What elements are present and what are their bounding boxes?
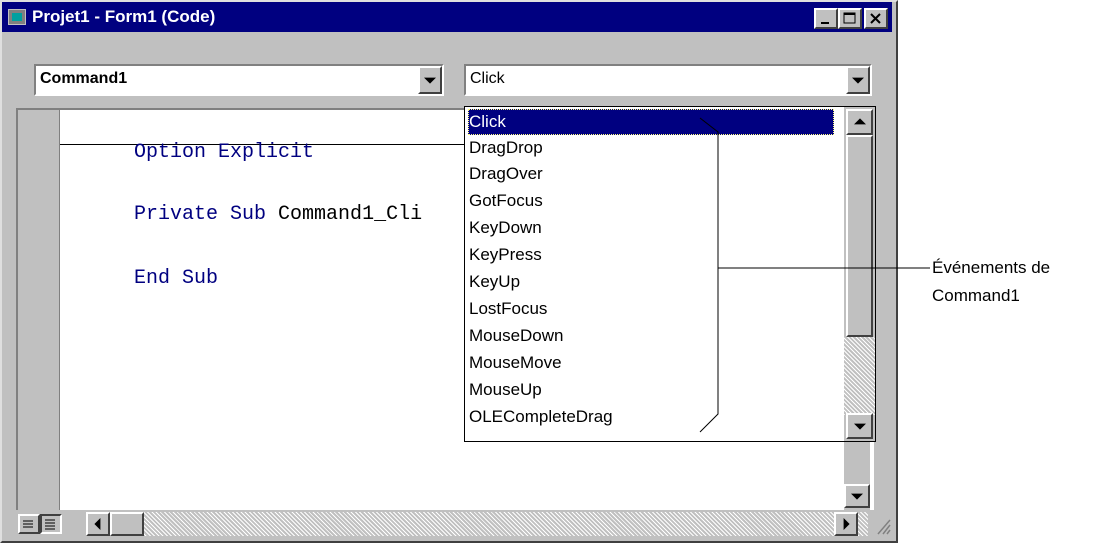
annotation-line-2: Command1: [932, 286, 1020, 305]
annotation-line-1: Événements de: [932, 258, 1051, 277]
